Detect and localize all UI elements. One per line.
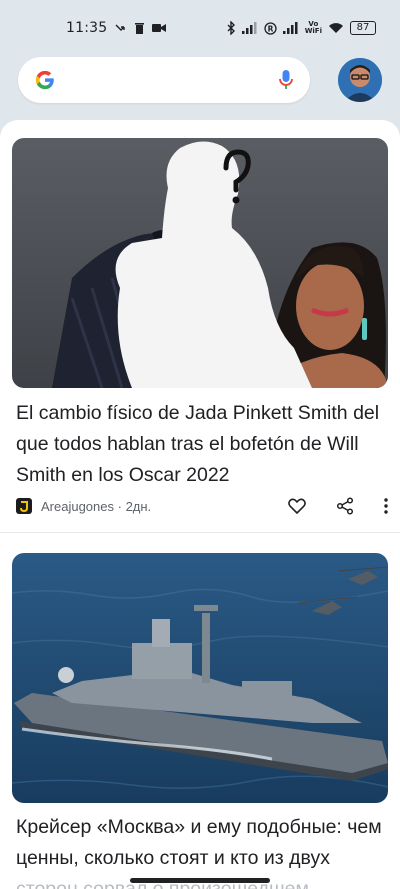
card-image[interactable] [12, 553, 388, 803]
card-title[interactable]: El cambio físico de Jada Pinkett Smith d… [16, 398, 386, 491]
svg-text:R: R [267, 24, 273, 33]
missed-call-icon [115, 24, 126, 31]
home-indicator[interactable] [130, 878, 270, 883]
bluetooth-icon [227, 21, 235, 35]
heart-icon[interactable] [288, 498, 306, 514]
status-time: 11:35 [66, 20, 108, 36]
signal-2-icon [282, 22, 298, 34]
wifi-icon [329, 23, 343, 33]
card-meta: Areajugones · 2дн. [16, 494, 388, 518]
avatar[interactable] [338, 58, 382, 102]
news-card[interactable]: El cambio físico de Jada Pinkett Smith d… [0, 120, 400, 532]
video-camera-icon [152, 24, 167, 32]
card-image[interactable] [12, 138, 388, 388]
signal-icon [241, 22, 257, 34]
discover-feed: El cambio físico de Jada Pinkett Smith d… [0, 120, 400, 889]
registered-icon: R [264, 21, 277, 35]
search-input[interactable] [68, 71, 278, 89]
source-logo-icon [16, 498, 32, 514]
google-logo-icon [35, 70, 54, 90]
vowifi-icon: Vo WiFi [304, 20, 322, 35]
search-row [18, 56, 382, 104]
more-options-icon[interactable] [384, 498, 388, 514]
battery-indicator: 87 [350, 21, 376, 35]
status-bar: 11:35 R Vo WiFi 87 [0, 0, 400, 56]
share-icon[interactable] [336, 497, 354, 515]
trash-notification-icon [135, 23, 145, 34]
time-ago: 2дн. [125, 498, 152, 514]
news-card[interactable]: Крейсер «Москва» и ему подобные: чем цен… [0, 533, 400, 889]
microphone-icon[interactable] [278, 69, 294, 91]
avatar-photo [338, 58, 382, 102]
card-title-line: Крейсер «Москва» и ему подобные: чем цен… [16, 816, 382, 869]
article-photo [12, 553, 388, 803]
source-name: Areajugones [41, 498, 114, 514]
search-bar[interactable] [18, 57, 310, 103]
article-photo [12, 138, 388, 388]
